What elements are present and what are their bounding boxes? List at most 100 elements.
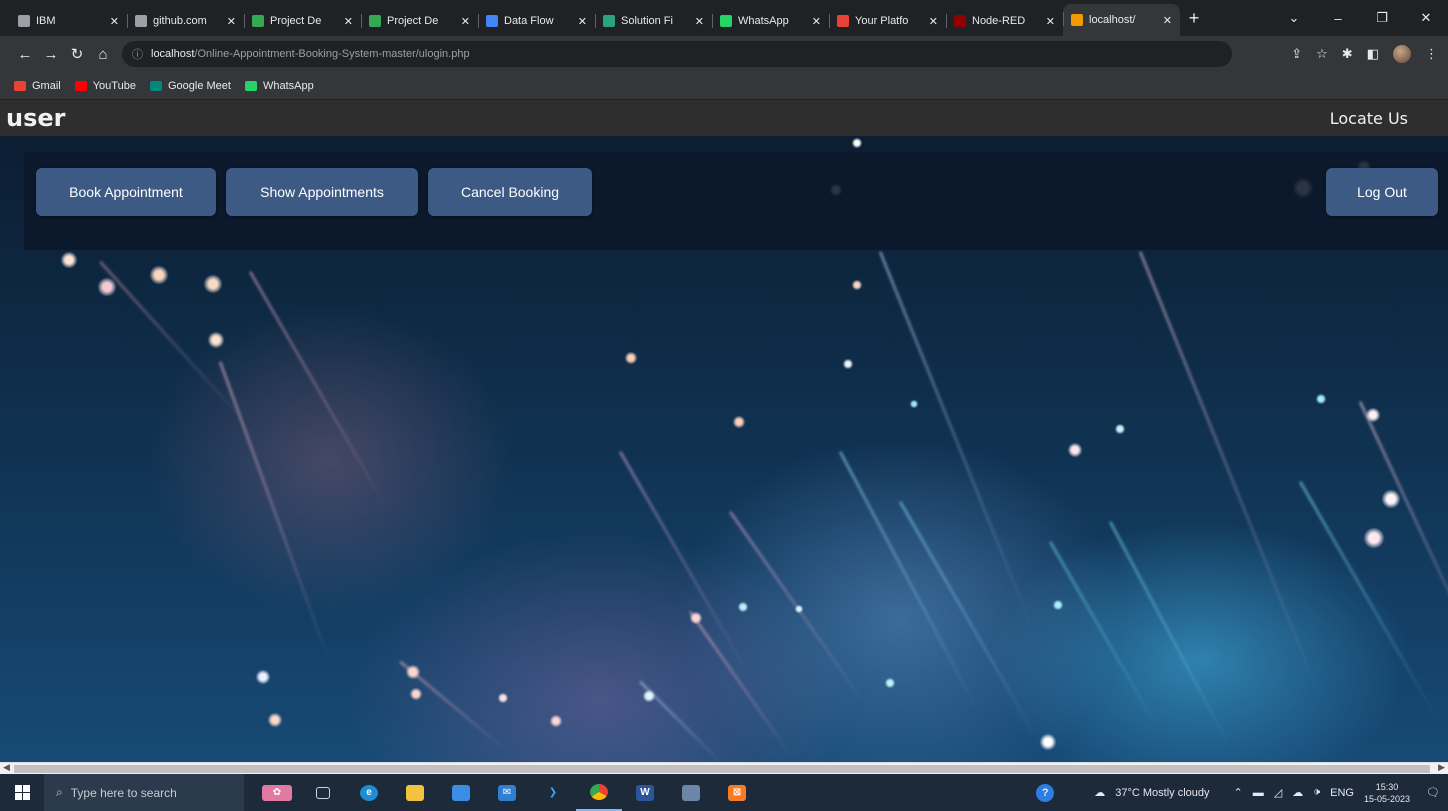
help-icon[interactable]: ? [1036,783,1055,802]
profile-avatar[interactable] [1393,45,1411,63]
page-background: user Locate Us Book Appointment Show App… [0,100,1448,762]
tab-label: Your Platfo [855,15,909,27]
bookmark-item[interactable]: Gmail [14,80,61,92]
light-bokeh-dot [733,416,745,428]
cancel-booking-button[interactable]: Cancel Booking [428,168,592,216]
browser-tab[interactable]: github.com ✕ [127,6,244,36]
network-icon[interactable]: ◿ [1274,786,1282,799]
notifications-icon[interactable]: 🗨 [1426,786,1440,799]
taskbar-search[interactable]: ⌕ Type here to search [44,774,244,811]
weather-text[interactable]: 37°C Mostly cloudy [1115,787,1209,799]
side-panel-icon[interactable]: ◧ [1367,46,1379,62]
taskbar-apps: ✿ e ✉ ❯ W ⊠ [254,774,760,811]
scroll-right-icon[interactable]: ▶ [1438,762,1445,773]
browser-tab[interactable]: Data Flow ✕ [478,6,595,36]
bookmark-item[interactable]: Google Meet [149,80,231,92]
tab-label: Node-RED [972,15,1026,27]
start-button[interactable] [0,774,44,811]
maximize-button[interactable]: ❐ [1360,10,1404,26]
light-bokeh-dot [643,690,655,702]
close-tab-icon[interactable]: ✕ [227,15,236,28]
tab-label: Project De [387,15,439,27]
browser-toolbar: ← → ↻ ⌂ ⓘ localhost /Online-Appointment-… [0,36,1448,72]
light-bokeh-dot [1040,734,1056,750]
weather-icon[interactable]: ☁ [1094,786,1105,799]
volume-icon[interactable]: 🕩 [1313,786,1320,799]
light-bokeh-dot [852,138,862,148]
bookmark-label: WhatsApp [262,79,314,92]
fiber-strand [248,270,392,515]
light-bokeh-dot [98,278,116,296]
edge-icon[interactable]: e [346,774,392,811]
clock[interactable]: 15:30 15-05-2023 [1364,781,1410,805]
light-bokeh-dot [1382,490,1400,508]
close-tab-icon[interactable]: ✕ [461,15,470,28]
close-tab-icon[interactable]: ✕ [1163,14,1172,27]
browser-tab[interactable]: localhost/ ✕ [1063,4,1180,36]
back-icon[interactable]: ← [12,46,38,63]
tab-label: Solution Fi [621,15,673,27]
new-tab-button[interactable]: + [1180,8,1208,29]
word-icon[interactable]: W [622,774,668,811]
system-tray: ? ☁ 37°C Mostly cloudy ⌃ ▬ ◿ ☁ 🕩 ENG 15:… [1036,774,1448,811]
browser-tab[interactable]: Your Platfo ✕ [829,6,946,36]
bookmark-item[interactable]: WhatsApp [244,79,314,92]
window-controls: ⌄ – ❐ ✕ [1272,0,1448,36]
home-icon[interactable]: ⌂ [90,46,116,63]
site-info-icon[interactable]: ⓘ [132,46,143,62]
battery-icon[interactable]: ▬ [1253,787,1264,799]
close-tab-icon[interactable]: ✕ [812,15,821,28]
browser-tab[interactable]: Solution Fi ✕ [595,6,712,36]
show-appointments-button[interactable]: Show Appointments [226,168,418,216]
close-tab-icon[interactable]: ✕ [110,15,119,28]
locate-us-link[interactable]: Locate Us [1330,109,1408,128]
bookmark-item[interactable]: YouTube [74,80,136,92]
fiber-strand [218,360,335,673]
browser-tab[interactable]: Project De ✕ [244,6,361,36]
widgets-icon[interactable]: ✿ [254,774,300,811]
store-icon[interactable] [438,774,484,811]
fiber-strand [1298,480,1442,725]
chrome-icon[interactable] [576,774,622,811]
close-tab-icon[interactable]: ✕ [578,15,587,28]
meet-icon [149,80,162,91]
close-window-button[interactable]: ✕ [1404,10,1448,26]
menu-kebab-icon[interactable]: ⋮ [1425,46,1438,62]
reload-icon[interactable]: ↻ [64,45,90,63]
light-bokeh-dot [1053,600,1063,610]
extensions-icon[interactable]: ✱ [1342,46,1353,62]
close-tab-icon[interactable]: ✕ [1046,15,1055,28]
horizontal-scrollbar[interactable]: ◀ ▶ [0,762,1448,774]
light-bokeh-dot [550,715,562,727]
address-bar[interactable]: ⓘ localhost /Online-Appointment-Booking-… [122,41,1232,67]
light-bokeh-dot [1316,394,1326,404]
log-out-button[interactable]: Log Out [1326,168,1438,216]
file-explorer-icon[interactable] [392,774,438,811]
fiber-strand [898,500,1042,745]
show-hidden-icons[interactable]: ⌃ [1234,786,1243,799]
tab-search-icon[interactable]: ⌄ [1272,10,1316,26]
bookmark-star-icon[interactable]: ☆ [1316,46,1328,62]
xampp-icon[interactable]: ⊠ [714,774,760,811]
app-icon[interactable] [668,774,714,811]
mail-icon[interactable]: ✉ [484,774,530,811]
minimize-button[interactable]: – [1316,11,1360,26]
light-bokeh-dot [204,275,222,293]
browser-tab[interactable]: Project De ✕ [361,6,478,36]
browser-tab[interactable]: WhatsApp ✕ [712,6,829,36]
fiber-strand [688,610,795,760]
scrollbar-thumb[interactable] [14,765,1430,773]
forward-icon[interactable]: → [38,46,64,63]
close-tab-icon[interactable]: ✕ [929,15,938,28]
browser-tab[interactable]: Node-RED ✕ [946,6,1063,36]
vscode-icon[interactable]: ❯ [530,774,576,811]
share-icon[interactable]: ⇪ [1291,46,1302,62]
scroll-left-icon[interactable]: ◀ [3,762,10,773]
book-appointment-button[interactable]: Book Appointment [36,168,216,216]
language-indicator[interactable]: ENG [1330,787,1354,799]
browser-tab[interactable]: IBM ✕ [10,6,127,36]
task-view-icon[interactable] [300,774,346,811]
close-tab-icon[interactable]: ✕ [695,15,704,28]
onedrive-icon[interactable]: ☁ [1292,786,1303,799]
close-tab-icon[interactable]: ✕ [344,15,353,28]
